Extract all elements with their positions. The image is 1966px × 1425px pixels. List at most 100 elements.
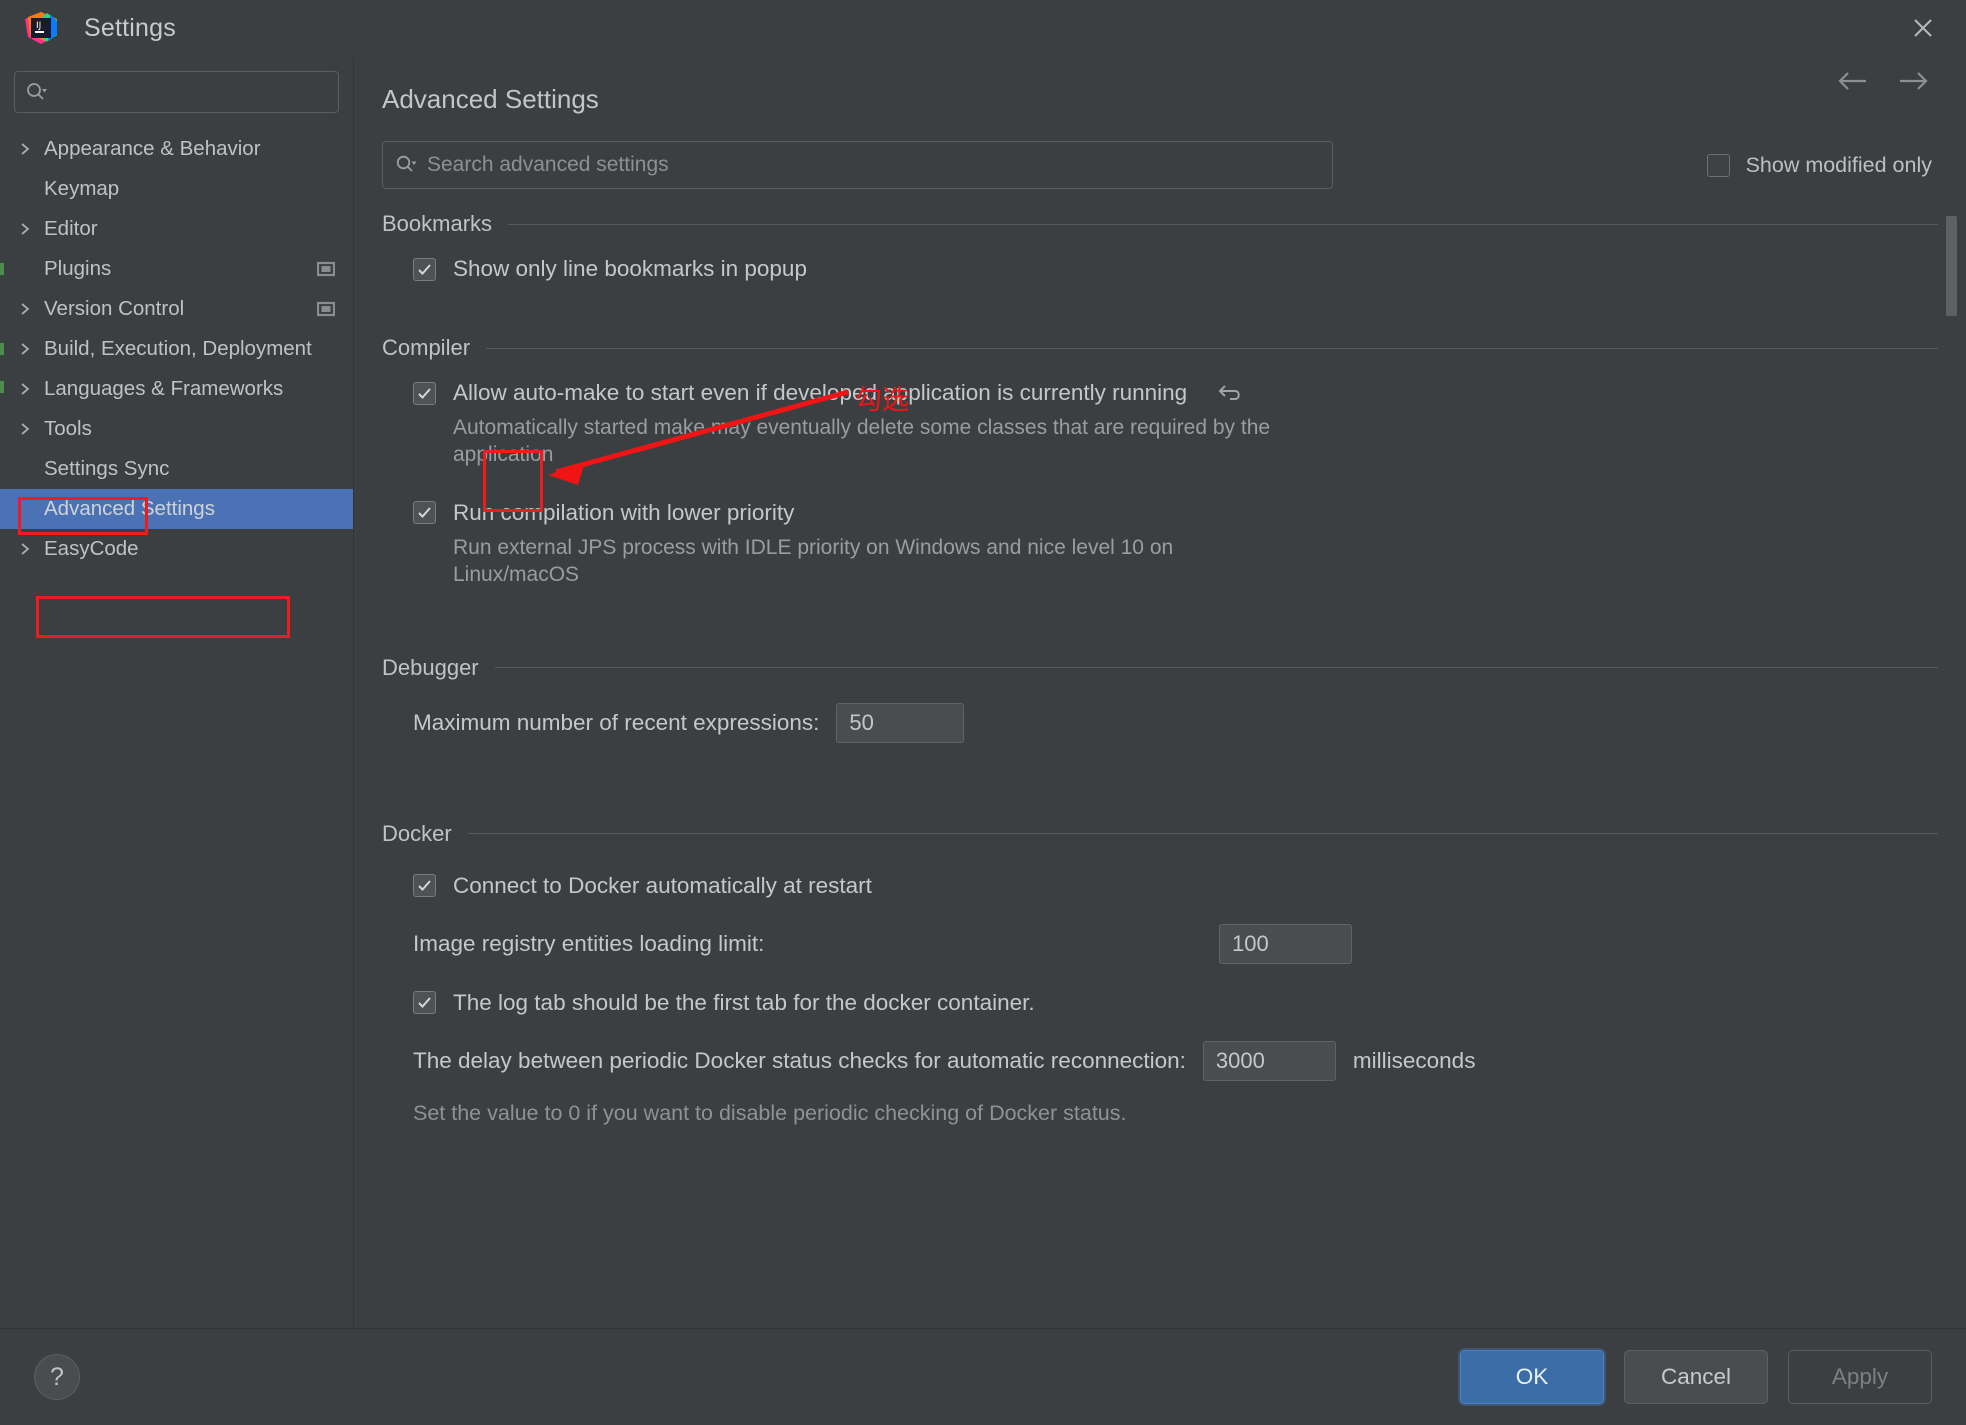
show-modified-only-checkbox[interactable]: Show modified only [1706, 152, 1938, 178]
setting-description: Automatically started make may eventuall… [453, 416, 1271, 466]
detach-window-icon[interactable] [317, 301, 335, 317]
sidebar-item-label: Build, Execution, Deployment [44, 337, 312, 360]
search-icon [395, 154, 417, 176]
group-bookmarks: Bookmarks Show only line bookmarks in po… [382, 211, 1938, 291]
group-header: Docker [382, 821, 1938, 847]
help-button[interactable]: ? [34, 1354, 80, 1400]
arrow-left-icon[interactable] [1836, 69, 1870, 93]
advanced-search-row: Search advanced settings Show modified o… [354, 127, 1966, 189]
sidebar-item-label: Editor [44, 217, 98, 240]
sidebar-item-keymap[interactable]: Keymap [0, 169, 353, 209]
chevron-right-icon [18, 421, 44, 437]
window-title: Settings [84, 13, 176, 42]
settings-tree: Appearance & Behavior Keymap Editor Plug… [0, 129, 353, 1328]
setting-label: Run compilation with lower priority [453, 499, 795, 525]
sidebar-item-label: Languages & Frameworks [44, 377, 284, 400]
settings-content: Bookmarks Show only line bookmarks in po… [354, 211, 1966, 1126]
cancel-button[interactable]: Cancel [1624, 1350, 1768, 1404]
apply-button: Apply [1788, 1350, 1932, 1404]
checkbox-box [413, 991, 436, 1014]
sidebar-item-appearance-behavior[interactable]: Appearance & Behavior [0, 129, 353, 169]
group-header: Bookmarks [382, 211, 1938, 237]
sidebar-item-advanced-settings[interactable]: Advanced Settings [0, 489, 353, 529]
revert-arrow-icon[interactable] [1216, 380, 1246, 406]
search-icon [25, 81, 47, 103]
footer-buttons: OK Cancel Apply [1460, 1350, 1932, 1404]
sidebar-item-build-execution-deployment[interactable]: Build, Execution, Deployment [0, 329, 353, 369]
sidebar-item-version-control[interactable]: Version Control [0, 289, 353, 329]
chevron-right-icon [18, 541, 44, 557]
setting-show-only-line-bookmarks[interactable]: Show only line bookmarks in popup [382, 247, 1938, 291]
setting-label: Show only line bookmarks in popup [453, 256, 807, 281]
sidebar-item-editor[interactable]: Editor [0, 209, 353, 249]
vertical-scrollbar[interactable] [1944, 201, 1958, 1316]
advanced-search-placeholder: Search advanced settings [427, 153, 669, 176]
checkbox-box [413, 874, 436, 897]
sidebar-item-languages-frameworks[interactable]: Languages & Frameworks [0, 369, 353, 409]
sidebar-item-settings-sync[interactable]: Settings Sync [0, 449, 353, 489]
sidebar-item-label: Keymap [44, 177, 120, 200]
setting-allow-auto-make[interactable]: Allow auto-make to start even if develop… [382, 371, 1938, 415]
edge-marker [0, 381, 4, 393]
navigation-arrows [1836, 69, 1930, 93]
settings-content-scroll: Bookmarks Show only line bookmarks in po… [354, 189, 1966, 1328]
svg-text:IJ: IJ [36, 21, 41, 31]
advanced-search-input[interactable]: Search advanced settings [382, 141, 1333, 189]
edge-marker [0, 263, 4, 275]
image-registry-limit-field[interactable]: 100 [1219, 923, 1352, 964]
sidebar-item-tools[interactable]: Tools [0, 409, 353, 449]
group-title: Debugger [382, 654, 479, 680]
setting-image-registry-limit: Image registry entities loading limit: 1… [382, 908, 1938, 976]
sidebar-item-label: Plugins [44, 257, 112, 280]
close-icon[interactable] [1880, 0, 1966, 56]
setting-label: The log tab should be the first tab for … [453, 989, 1035, 1015]
intellij-idea-logo-icon: IJ [24, 11, 58, 45]
group-divider [486, 347, 1938, 349]
chevron-right-icon [18, 221, 44, 237]
sidebar-item-label: EasyCode [44, 537, 139, 560]
settings-main-panel: Advanced Settings Search advanced settin… [354, 57, 1966, 1328]
max-recent-expressions-field[interactable]: 50 [836, 702, 965, 743]
chevron-right-icon [18, 141, 44, 157]
group-title: Docker [382, 820, 452, 846]
chevron-right-icon [18, 341, 44, 357]
show-modified-only-label: Show modified only [1745, 152, 1932, 177]
group-docker: Docker Connect to Docker automatically a… [382, 821, 1938, 1126]
sidebar-item-label: Settings Sync [44, 457, 170, 480]
setting-label: Connect to Docker automatically at resta… [453, 872, 872, 898]
edge-marker [0, 343, 4, 355]
ok-button[interactable]: OK [1460, 1350, 1604, 1404]
sidebar-item-label: Advanced Settings [44, 497, 215, 520]
setting-label: Allow auto-make to start even if develop… [453, 380, 1188, 405]
group-compiler: Compiler Allow auto-make to start even i… [382, 335, 1938, 589]
setting-max-recent-expressions: Maximum number of recent expressions: 50 [382, 691, 1938, 755]
checkbox-box [413, 501, 436, 525]
sidebar-item-plugins[interactable]: Plugins [0, 249, 353, 289]
main-header: Advanced Settings [354, 57, 1966, 127]
unit-label: milliseconds [1352, 1047, 1476, 1073]
group-divider [508, 223, 1938, 225]
setting-label: Image registry entities loading limit: [413, 930, 765, 956]
docker-status-delay-field[interactable]: 3000 [1202, 1040, 1336, 1081]
setting-connect-docker-at-restart[interactable]: Connect to Docker automatically at resta… [382, 857, 1938, 908]
search-input[interactable] [14, 71, 339, 113]
detach-window-icon[interactable] [317, 261, 335, 277]
sidebar-item-easycode[interactable]: EasyCode [0, 529, 353, 569]
setting-log-tab-first[interactable]: The log tab should be the first tab for … [382, 976, 1938, 1025]
arrow-right-icon[interactable] [1896, 69, 1930, 93]
scrollbar-thumb[interactable] [1946, 216, 1957, 316]
setting-label: The delay between periodic Docker status… [413, 1047, 1186, 1073]
chevron-right-icon [18, 381, 44, 397]
settings-dialog: IJ Settings Appearance & Behavior Keymap… [0, 0, 1966, 1425]
settings-sidebar: Appearance & Behavior Keymap Editor Plug… [0, 57, 354, 1328]
setting-run-compilation-lower-priority[interactable]: Run compilation with lower priority [382, 491, 1938, 535]
sidebar-item-label: Version Control [44, 297, 185, 320]
group-header: Debugger [382, 655, 1938, 681]
setting-label: Maximum number of recent expressions: [413, 709, 820, 735]
group-debugger: Debugger Maximum number of recent expres… [382, 655, 1938, 755]
page-title: Advanced Settings [382, 83, 599, 114]
group-header: Compiler [382, 335, 1938, 361]
dialog-footer: ? OK Cancel Apply [0, 1328, 1966, 1425]
group-divider [467, 833, 1938, 834]
sidebar-search-container [0, 57, 353, 113]
